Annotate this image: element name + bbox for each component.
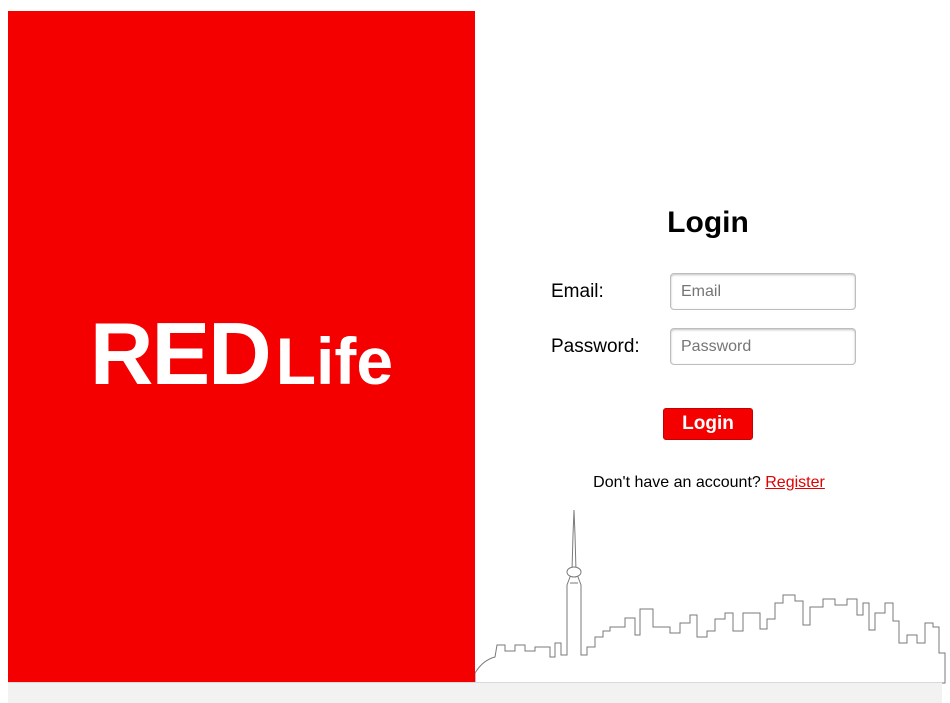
password-label: Password: bbox=[551, 336, 640, 357]
brand-panel: REDLife bbox=[8, 11, 475, 682]
email-label: Email: bbox=[551, 281, 604, 302]
city-skyline-icon bbox=[475, 509, 946, 684]
brand-title-life: Life bbox=[275, 324, 394, 398]
password-field[interactable] bbox=[670, 328, 856, 365]
register-prompt-line: Don't have an account? Register bbox=[560, 474, 858, 492]
login-button[interactable]: Login bbox=[663, 408, 753, 440]
register-link[interactable]: Register bbox=[765, 474, 825, 491]
bottom-bar bbox=[8, 682, 942, 703]
register-prompt-text: Don't have an account? bbox=[593, 474, 761, 491]
login-heading: Login bbox=[667, 206, 749, 239]
brand-logo-text: REDLife bbox=[8, 303, 475, 405]
brand-title-red: RED bbox=[89, 304, 272, 403]
email-field[interactable] bbox=[670, 273, 856, 310]
